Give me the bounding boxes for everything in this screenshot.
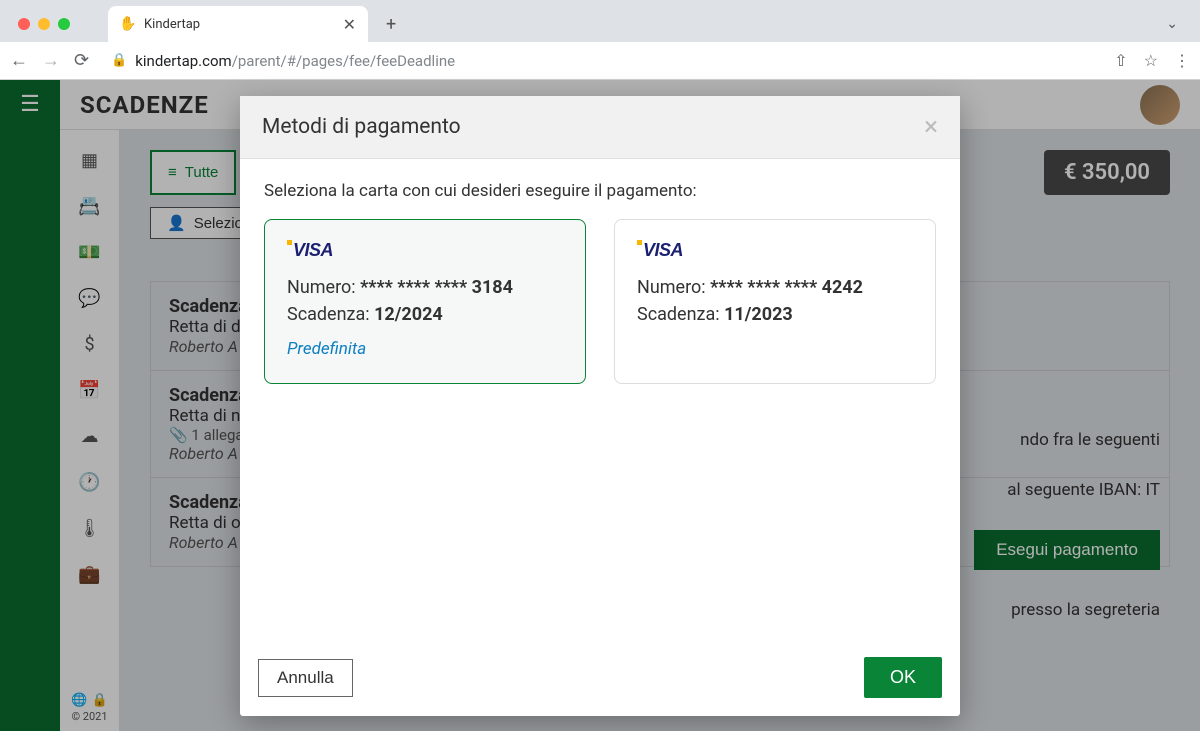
menu-dots-icon[interactable]: ⋮: [1174, 51, 1190, 70]
nav-right: ⇧ ☆ ⋮: [1114, 51, 1190, 70]
star-icon[interactable]: ☆: [1144, 51, 1158, 70]
modal-prompt: Seleziona la carta con cui desideri eseg…: [264, 181, 936, 201]
card-number-row: Numero: **** **** **** 4242: [637, 277, 913, 298]
url-bar[interactable]: 🔒 kindertap.com/parent/#/pages/fee/feeDe…: [103, 52, 1100, 70]
tab-bar: ✋ Kindertap ✕ + ⌄: [0, 0, 1200, 42]
window-minimize-dot[interactable]: [38, 18, 50, 30]
ok-button[interactable]: OK: [864, 657, 942, 698]
modal-title: Metodi di pagamento: [262, 115, 461, 139]
card-number-row: Numero: **** **** **** 3184: [287, 277, 563, 298]
modal-backdrop: Metodi di pagamento × Seleziona la carta…: [0, 80, 1200, 731]
visa-logo-icon: VISA: [287, 240, 563, 261]
modal-close-icon[interactable]: ×: [924, 114, 938, 140]
tab-close-icon[interactable]: ✕: [343, 15, 356, 34]
tab-title: Kindertap: [144, 17, 335, 32]
share-icon[interactable]: ⇧: [1114, 51, 1127, 70]
window-close-dot[interactable]: [18, 18, 30, 30]
url-domain: kindertap.com: [135, 52, 231, 70]
url-path: /parent/#/pages/fee/feeDeadline: [232, 52, 455, 70]
card-expiry-row: Scadenza: 12/2024: [287, 304, 563, 325]
back-icon[interactable]: ←: [10, 50, 28, 71]
payment-card-2[interactable]: VISA Numero: **** **** **** 4242 Scadenz…: [614, 219, 936, 384]
forward-icon: →: [42, 50, 60, 71]
visa-logo-icon: VISA: [637, 240, 913, 261]
nav-bar: ← → ⟳ 🔒 kindertap.com/parent/#/pages/fee…: [0, 42, 1200, 80]
modal-body: Seleziona la carta con cui desideri eseg…: [240, 159, 960, 642]
default-label: Predefinita: [287, 339, 563, 359]
cards-container: VISA Numero: **** **** **** 3184 Scadenz…: [264, 219, 936, 384]
browser-tab[interactable]: ✋ Kindertap ✕: [108, 6, 368, 42]
reload-icon[interactable]: ⟳: [74, 50, 89, 71]
window-maximize-dot[interactable]: [58, 18, 70, 30]
payment-card-1[interactable]: VISA Numero: **** **** **** 3184 Scadenz…: [264, 219, 586, 384]
browser-chrome: ✋ Kindertap ✕ + ⌄ ← → ⟳ 🔒 kindertap.com/…: [0, 0, 1200, 80]
new-tab-button[interactable]: +: [376, 14, 406, 35]
card-expiry-row: Scadenza: 11/2023: [637, 304, 913, 325]
tabs-chevron-icon[interactable]: ⌄: [1154, 16, 1190, 32]
cancel-button[interactable]: Annulla: [258, 659, 353, 697]
app: ☰ SCADENZE ▦ 📇 💵 💬 $ 📅 ☁ 🕐 🌡 💼 🌐 🔒 © 202…: [0, 80, 1200, 731]
tab-favicon-icon: ✋: [120, 16, 136, 32]
window-controls: [10, 18, 70, 30]
payment-methods-modal: Metodi di pagamento × Seleziona la carta…: [240, 96, 960, 716]
modal-footer: Annulla OK: [240, 642, 960, 716]
lock-icon: 🔒: [111, 53, 127, 68]
modal-header: Metodi di pagamento ×: [240, 96, 960, 159]
